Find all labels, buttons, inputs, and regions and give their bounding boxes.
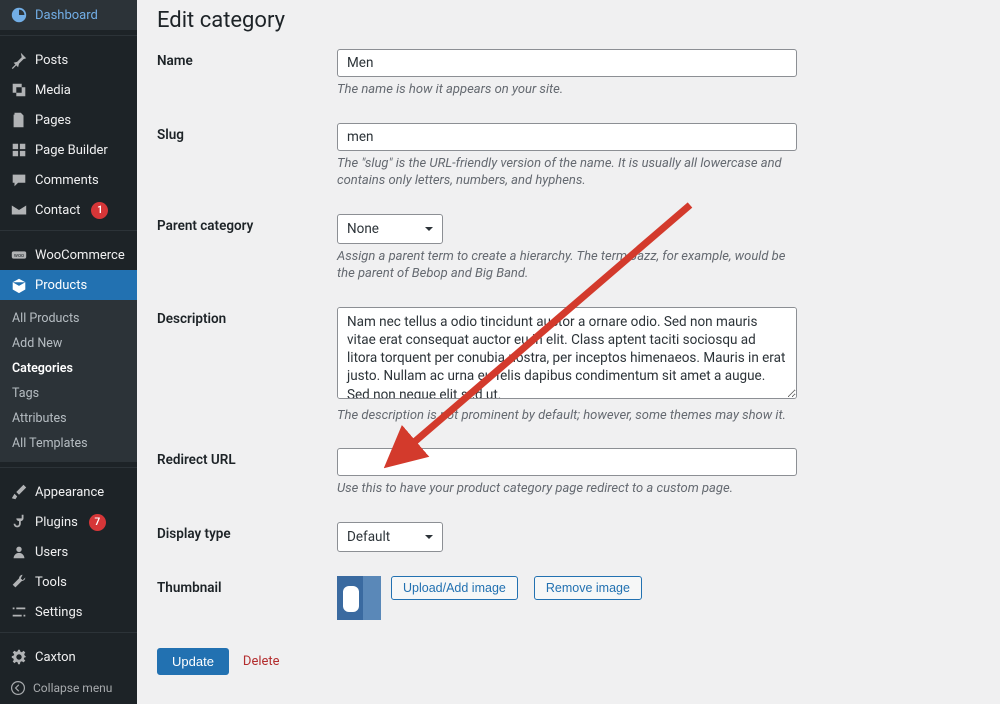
sidebar-label: Page Builder xyxy=(35,143,108,158)
sidebar-item-tools[interactable]: Tools xyxy=(0,567,137,597)
separator xyxy=(0,467,137,472)
edit-category-form: Name The name is how it appears on your … xyxy=(157,37,980,632)
sidebar-item-dashboard[interactable]: Dashboard xyxy=(0,0,137,30)
woocommerce-icon: woo xyxy=(10,246,28,264)
sidebar-item-settings[interactable]: Settings xyxy=(0,597,137,627)
redirect-label: Redirect URL xyxy=(157,436,337,510)
submenu-tags[interactable]: Tags xyxy=(0,381,137,406)
description-textarea[interactable] xyxy=(337,307,797,399)
parent-description: Assign a parent term to create a hierarc… xyxy=(337,248,797,283)
sidebar-label: Pages xyxy=(35,113,71,128)
parent-select[interactable]: None xyxy=(337,214,443,244)
submenu-all-products[interactable]: All Products xyxy=(0,306,137,331)
description-label: Description xyxy=(157,295,337,437)
name-label: Name xyxy=(157,37,337,111)
sidebar-label: WooCommerce xyxy=(35,248,125,263)
page-title: Edit category xyxy=(157,0,980,37)
sidebar-item-page-builder[interactable]: Page Builder xyxy=(0,135,137,165)
remove-image-button[interactable]: Remove image xyxy=(534,576,642,600)
sidebar-label: Caxton xyxy=(35,650,76,665)
sidebar-label: Dashboard xyxy=(35,8,98,23)
comment-icon xyxy=(10,171,28,189)
description-description: The description is not prominent by defa… xyxy=(337,407,797,425)
sliders-icon xyxy=(10,603,28,621)
pages-icon xyxy=(10,111,28,129)
submenu-all-templates[interactable]: All Templates xyxy=(0,431,137,456)
gear-icon xyxy=(10,648,28,666)
slug-input[interactable] xyxy=(337,123,797,151)
parent-label: Parent category xyxy=(157,202,337,295)
sidebar-item-products[interactable]: Products xyxy=(0,270,137,300)
products-icon xyxy=(10,276,28,294)
submenu-add-new[interactable]: Add New xyxy=(0,331,137,356)
sidebar-item-users[interactable]: Users xyxy=(0,537,137,567)
sidebar-label: Posts xyxy=(35,53,68,68)
sidebar-item-caxton[interactable]: Caxton xyxy=(0,642,137,672)
sidebar-label: Media xyxy=(35,83,71,98)
name-input[interactable] xyxy=(337,49,797,77)
separator xyxy=(0,632,137,637)
brush-icon xyxy=(10,483,28,501)
wrench-icon xyxy=(10,573,28,591)
slug-description: The "slug" is the URL-friendly version o… xyxy=(337,155,797,190)
redirect-input[interactable] xyxy=(337,448,797,476)
submenu-attributes[interactable]: Attributes xyxy=(0,406,137,431)
sidebar-item-contact[interactable]: Contact 1 xyxy=(0,195,137,225)
contact-badge: 1 xyxy=(91,202,108,219)
sidebar-label: Contact xyxy=(35,203,80,218)
slug-label: Slug xyxy=(157,111,337,202)
sidebar-label: Comments xyxy=(35,173,99,188)
thumbnail-image[interactable] xyxy=(337,576,381,620)
sidebar-item-woocommerce[interactable]: woo WooCommerce xyxy=(0,240,137,270)
sidebar-label: Users xyxy=(35,545,68,560)
plug-icon xyxy=(10,513,28,531)
separator xyxy=(0,230,137,235)
pin-icon xyxy=(10,51,28,69)
sidebar-item-comments[interactable]: Comments xyxy=(0,165,137,195)
name-description: The name is how it appears on your site. xyxy=(337,81,797,99)
separator xyxy=(0,35,137,40)
svg-text:woo: woo xyxy=(14,253,24,259)
dashboard-icon xyxy=(10,6,28,24)
collapse-icon xyxy=(10,680,26,696)
sidebar-label: Products xyxy=(35,278,87,293)
form-actions: Update Delete xyxy=(157,648,980,675)
collapse-label: Collapse menu xyxy=(33,681,112,695)
sidebar-item-posts[interactable]: Posts xyxy=(0,45,137,75)
sidebar-label: Settings xyxy=(35,605,82,620)
upload-image-button[interactable]: Upload/Add image xyxy=(391,576,518,600)
sidebar-label: Tools xyxy=(35,575,67,590)
redirect-description: Use this to have your product category p… xyxy=(337,480,797,498)
display-label: Display type xyxy=(157,510,337,564)
sidebar-label: Plugins xyxy=(35,515,78,530)
thumbnail-label: Thumbnail xyxy=(157,564,337,632)
sidebar-item-pages[interactable]: Pages xyxy=(0,105,137,135)
plugins-badge: 7 xyxy=(89,514,106,531)
sidebar-label: Appearance xyxy=(35,485,104,500)
sidebar-item-plugins[interactable]: Plugins 7 xyxy=(0,507,137,537)
delete-link[interactable]: Delete xyxy=(243,654,280,669)
products-submenu: All Products Add New Categories Tags Att… xyxy=(0,300,137,462)
collapse-menu[interactable]: Collapse menu xyxy=(0,672,137,704)
sidebar-item-media[interactable]: Media xyxy=(0,75,137,105)
mail-icon xyxy=(10,201,28,219)
display-select[interactable]: Default xyxy=(337,522,443,552)
main-content: Edit category Name The name is how it ap… xyxy=(137,0,1000,704)
update-button[interactable]: Update xyxy=(157,648,229,675)
user-icon xyxy=(10,543,28,561)
grid-icon xyxy=(10,141,28,159)
admin-sidebar: Dashboard Posts Media Pages Page Builder… xyxy=(0,0,137,704)
sidebar-item-appearance[interactable]: Appearance xyxy=(0,477,137,507)
media-icon xyxy=(10,81,28,99)
submenu-categories[interactable]: Categories xyxy=(0,356,137,381)
